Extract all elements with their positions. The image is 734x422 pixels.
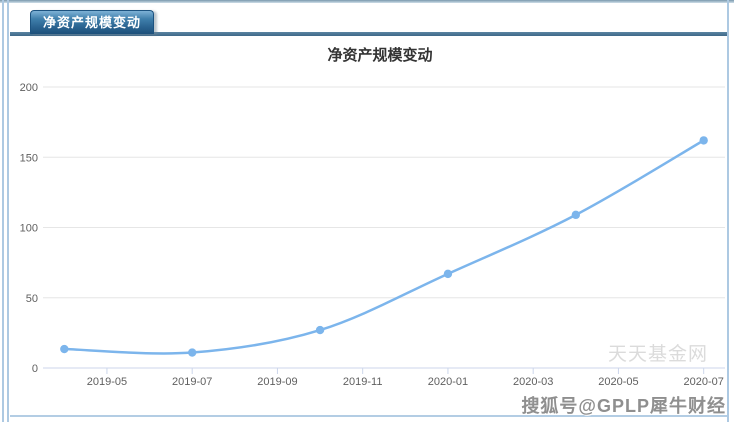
x-axis-tick-label: 2019-07 [172, 376, 212, 388]
x-axis-tick-label: 2019-11 [343, 376, 383, 388]
net-asset-panel: 净资产规模变动 净资产规模变动 0 50 100 150 200 2019-05 2019-… [0, 0, 734, 422]
x-axis-tick-label: 2020-05 [598, 376, 638, 388]
series-line [63, 139, 705, 355]
x-axis-tick-label: 2020-03 [513, 376, 553, 388]
data-point[interactable] [443, 269, 453, 279]
data-point[interactable] [187, 348, 197, 357]
data-point[interactable] [315, 325, 325, 335]
x-axis-tick-label: 2020-07 [684, 376, 724, 388]
data-point[interactable] [699, 136, 708, 145]
y-axis-tick-label: 150 [20, 152, 38, 164]
x-axis-tick-label: 2019-05 [87, 376, 127, 388]
y-axis-tick-label: 50 [26, 293, 38, 305]
y-axis-tick-label: 0 [32, 363, 38, 375]
line-chart: 0 50 100 150 200 2019-05 2019-07 2019-09 2019-11… [20, 82, 725, 388]
data-point[interactable] [571, 210, 581, 220]
y-axis-tick-label: 200 [20, 82, 38, 94]
y-axis-tick-label: 100 [20, 223, 38, 235]
data-point[interactable] [60, 344, 69, 354]
x-axis-tick-label: 2020-01 [428, 376, 468, 388]
x-axis-tick-label: 2019-09 [257, 376, 297, 388]
tab-net-asset-change[interactable]: 净资产规模变动 [30, 10, 155, 34]
